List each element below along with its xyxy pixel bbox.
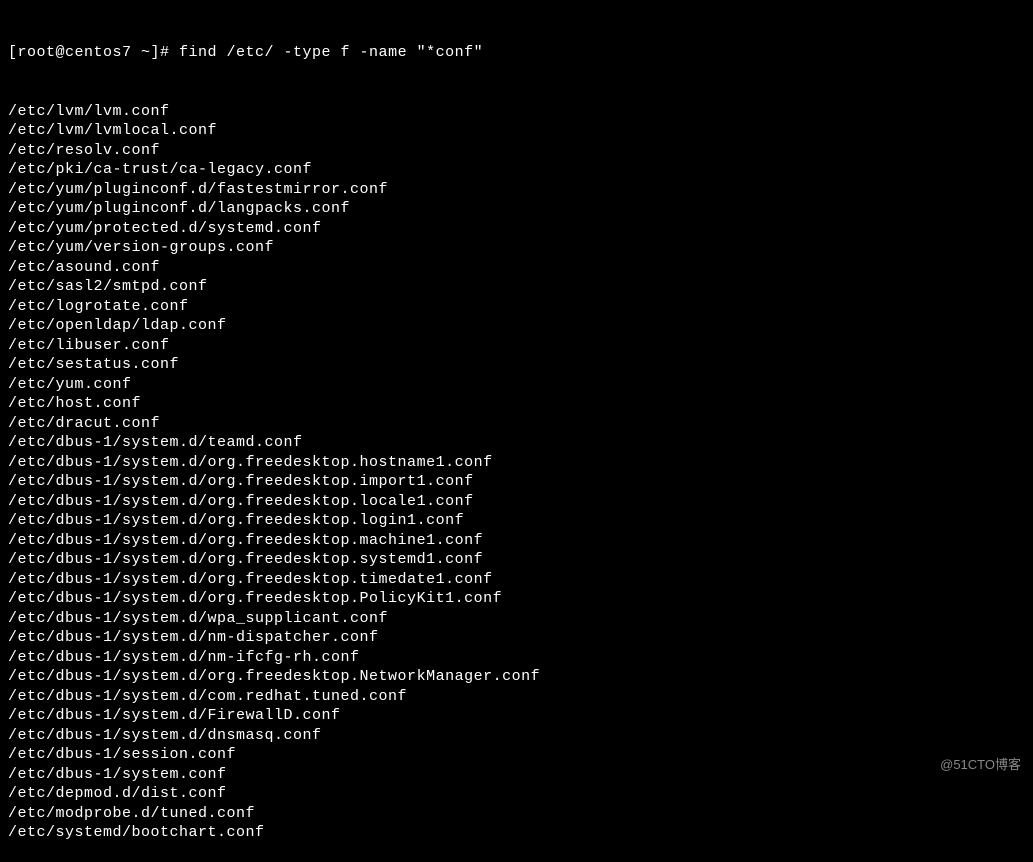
output-line: /etc/dbus-1/system.conf	[8, 765, 1025, 785]
output-line: /etc/dbus-1/system.d/FirewallD.conf	[8, 706, 1025, 726]
output-line: /etc/yum.conf	[8, 375, 1025, 395]
output-line: /etc/dbus-1/system.d/org.freedesktop.tim…	[8, 570, 1025, 590]
output-line: /etc/dbus-1/system.d/org.freedesktop.imp…	[8, 472, 1025, 492]
output-line: /etc/yum/pluginconf.d/langpacks.conf	[8, 199, 1025, 219]
output-line: /etc/sestatus.conf	[8, 355, 1025, 375]
output-line: /etc/libuser.conf	[8, 336, 1025, 356]
output-line: /etc/lvm/lvmlocal.conf	[8, 121, 1025, 141]
terminal-output[interactable]: [root@centos7 ~]# find /etc/ -type f -na…	[8, 4, 1025, 862]
output-line: /etc/pki/ca-trust/ca-legacy.conf	[8, 160, 1025, 180]
output-line: /etc/dracut.conf	[8, 414, 1025, 434]
output-line: /etc/dbus-1/system.d/teamd.conf	[8, 433, 1025, 453]
output-line: /etc/dbus-1/system.d/nm-ifcfg-rh.conf	[8, 648, 1025, 668]
output-line: /etc/dbus-1/system.d/dnsmasq.conf	[8, 726, 1025, 746]
output-line: /etc/dbus-1/system.d/nm-dispatcher.conf	[8, 628, 1025, 648]
output-line: /etc/dbus-1/system.d/org.freedesktop.hos…	[8, 453, 1025, 473]
command-text: find /etc/ -type f -name "*conf"	[179, 44, 483, 61]
output-line: /etc/dbus-1/system.d/org.freedesktop.sys…	[8, 550, 1025, 570]
watermark-text: @51CTO博客	[940, 757, 1021, 774]
output-line: /etc/systemd/bootchart.conf	[8, 823, 1025, 843]
output-line: /etc/dbus-1/system.d/org.freedesktop.log…	[8, 511, 1025, 531]
output-line: /etc/depmod.d/dist.conf	[8, 784, 1025, 804]
shell-prompt: [root@centos7 ~]#	[8, 44, 179, 61]
output-line: /etc/yum/version-groups.conf	[8, 238, 1025, 258]
output-line: /etc/logrotate.conf	[8, 297, 1025, 317]
output-line: /etc/modprobe.d/tuned.conf	[8, 804, 1025, 824]
output-line: /etc/yum/protected.d/systemd.conf	[8, 219, 1025, 239]
output-line: /etc/dbus-1/system.d/com.redhat.tuned.co…	[8, 687, 1025, 707]
output-line: /etc/asound.conf	[8, 258, 1025, 278]
output-line: /etc/resolv.conf	[8, 141, 1025, 161]
output-line: /etc/openldap/ldap.conf	[8, 316, 1025, 336]
command-output: /etc/lvm/lvm.conf/etc/lvm/lvmlocal.conf/…	[8, 102, 1025, 843]
output-line: /etc/dbus-1/system.d/org.freedesktop.mac…	[8, 531, 1025, 551]
output-line: /etc/host.conf	[8, 394, 1025, 414]
output-line: /etc/lvm/lvm.conf	[8, 102, 1025, 122]
output-line: /etc/sasl2/smtpd.conf	[8, 277, 1025, 297]
output-line: /etc/dbus-1/session.conf	[8, 745, 1025, 765]
output-line: /etc/dbus-1/system.d/wpa_supplicant.conf	[8, 609, 1025, 629]
output-line: /etc/dbus-1/system.d/org.freedesktop.loc…	[8, 492, 1025, 512]
output-line: /etc/dbus-1/system.d/org.freedesktop.Pol…	[8, 589, 1025, 609]
command-line: [root@centos7 ~]# find /etc/ -type f -na…	[8, 43, 1025, 63]
output-line: /etc/yum/pluginconf.d/fastestmirror.conf	[8, 180, 1025, 200]
output-line: /etc/dbus-1/system.d/org.freedesktop.Net…	[8, 667, 1025, 687]
